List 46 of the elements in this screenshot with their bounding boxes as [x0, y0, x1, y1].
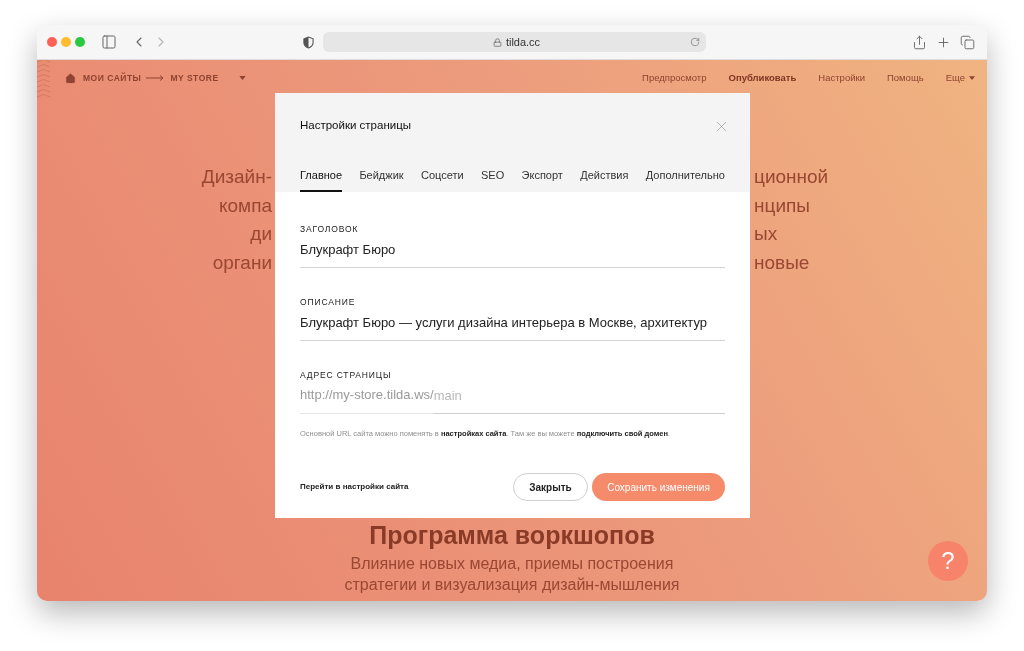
tab[interactable]: Соцсети [420, 164, 464, 192]
background-text: новые [754, 250, 810, 275]
nav-link[interactable]: Настройки [818, 72, 865, 84]
tab[interactable]: Дополнительно [645, 164, 725, 192]
background-text: компа [219, 193, 272, 218]
tab[interactable]: SEO [480, 164, 505, 192]
text-input[interactable]: Блукрафт Бюро [300, 240, 725, 268]
address-bar[interactable]: tilda.cc [323, 32, 706, 52]
home-icon[interactable] [65, 72, 76, 84]
zigzag-pattern-icon [37, 60, 50, 100]
tab[interactable]: Действия [580, 164, 629, 192]
background-text: ди [250, 222, 272, 246]
url-prefix: http://my-store.tilda.ws/ [300, 386, 434, 414]
field-label: АДРЕС СТРАНИЦЫ [300, 370, 393, 380]
reload-icon[interactable] [690, 37, 700, 47]
text-input[interactable]: Блукрафт Бюро — услуги дизайна интерьера в Москве, архитектур [300, 313, 725, 341]
nav-link[interactable]: Опубликовать [728, 72, 797, 84]
background-text: нципы [754, 193, 810, 218]
dialog-title: Настройки страницы [300, 118, 412, 134]
tab[interactable]: Бейджик [359, 164, 404, 192]
section-subtitle: стратегии и визуализация дизайн-мышления [344, 575, 680, 595]
shield-icon[interactable] [303, 35, 314, 49]
background-text: Дизайн- [201, 165, 272, 189]
share-icon[interactable] [912, 34, 927, 50]
caret-icon [969, 76, 975, 80]
dialog-button[interactable]: Закрыть [513, 473, 588, 501]
plus-icon[interactable] [936, 34, 951, 50]
nav-link[interactable]: Еще [945, 72, 975, 84]
field-label: ОПИСАНИЕ [300, 297, 357, 307]
lock-icon [492, 37, 502, 47]
site-settings-link[interactable]: Перейти в настройки сайта [300, 481, 409, 493]
sidebar-icon[interactable] [101, 34, 117, 50]
section-subtitle: Влияние новых медиа, приемы построения [350, 554, 674, 574]
tab[interactable]: Главное [300, 164, 343, 192]
tab[interactable]: Экспорт [521, 164, 563, 192]
section-heading: Программа воркшопов [369, 520, 655, 550]
nav-link[interactable]: Предпросмотр [642, 72, 707, 84]
nav-link[interactable]: Помощь [886, 72, 924, 84]
overlapping-squares-icon[interactable] [960, 34, 975, 50]
field-label: ЗАГОЛОВОК [300, 224, 360, 234]
background-text: ционной [754, 165, 829, 189]
long-arrow-icon [146, 75, 165, 81]
background-text: ых [754, 222, 778, 246]
url-input[interactable]: main [433, 386, 725, 414]
background-text: органи [212, 250, 272, 275]
caret-icon [238, 76, 246, 80]
